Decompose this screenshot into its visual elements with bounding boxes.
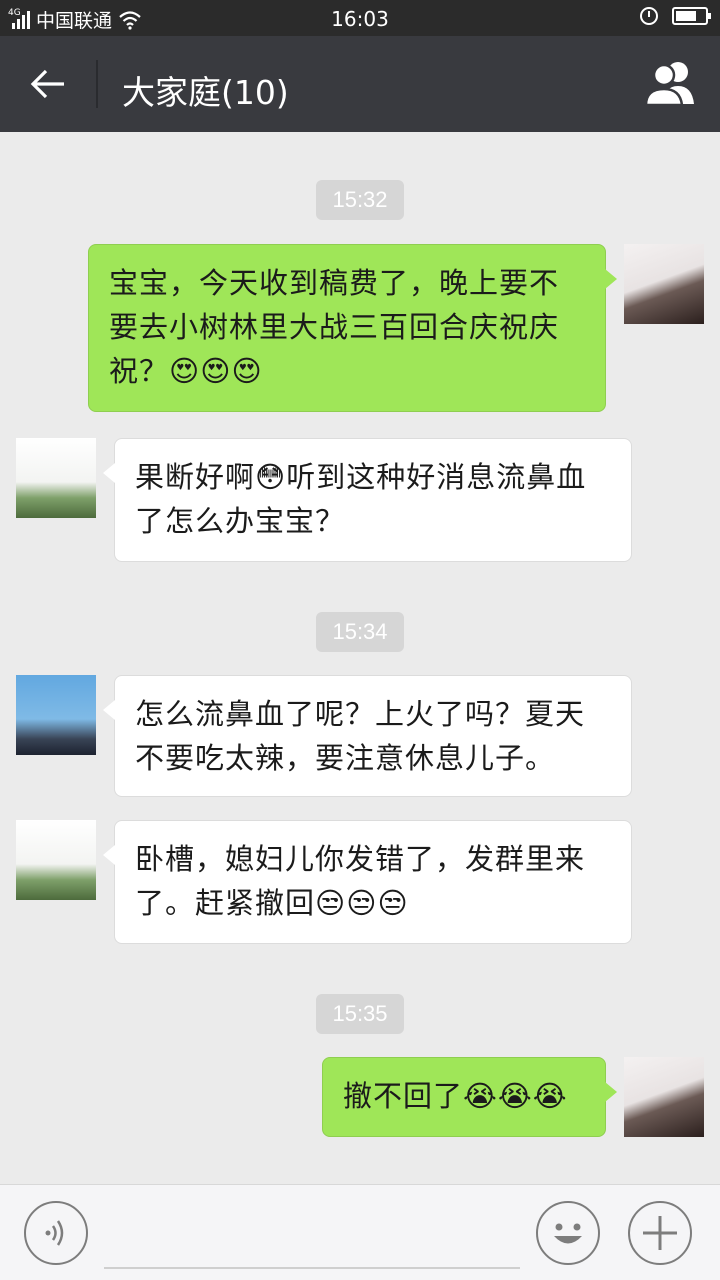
status-right [640,7,711,25]
chat-title: 大家庭(10) [122,73,289,112]
avatar-husband[interactable] [16,438,96,518]
avatar-me[interactable] [624,244,704,324]
status-bar: 4G 中国联通 16:03 [0,0,720,36]
battery-icon [672,7,711,25]
timestamp: 15:34 [316,612,404,652]
arrow-left-icon[interactable] [28,64,68,104]
group-members-icon[interactable] [642,60,700,106]
voice-icon [45,1220,64,1246]
chat-header: 大家庭(10) [0,36,720,132]
emoji-button[interactable] [536,1201,600,1265]
message-bubble-incoming[interactable]: 怎么流鼻血了呢？上火了吗？夏天不要吃太辣，要注意休息儿子。 [103,675,632,797]
voice-button[interactable] [24,1201,88,1265]
message-input[interactable] [104,1267,520,1269]
avatar-son[interactable] [16,675,96,755]
timestamp: 15:35 [316,994,404,1034]
status-time: 16:03 [331,7,389,31]
message-list[interactable]: 15:32 宝宝，今天收到稿费了，晚上要不要去小树林里大战三百回合庆祝庆祝？😍😍… [0,132,720,1184]
message-bubble-outgoing[interactable]: 宝宝，今天收到稿费了，晚上要不要去小树林里大战三百回合庆祝庆祝？😍😍😍 [88,244,617,412]
emoji-icon [554,1223,582,1244]
alarm-icon [640,7,658,25]
avatar-husband[interactable] [16,820,96,900]
avatar-me[interactable] [624,1057,704,1137]
header-divider [96,60,98,108]
message-bubble-outgoing[interactable]: 撤不回了😭😭😭 [322,1057,617,1137]
message-bubble-incoming[interactable]: 卧槽，媳妇儿你发错了，发群里来了。赶紧撤回😒😒😒 [103,820,632,944]
more-button[interactable] [628,1201,692,1265]
input-bar [0,1184,720,1280]
message-bubble-incoming[interactable]: 果断好啊😳听到这种好消息流鼻血了怎么办宝宝？ [103,438,632,562]
plus-icon [643,1216,677,1250]
timestamp: 15:32 [316,180,404,220]
